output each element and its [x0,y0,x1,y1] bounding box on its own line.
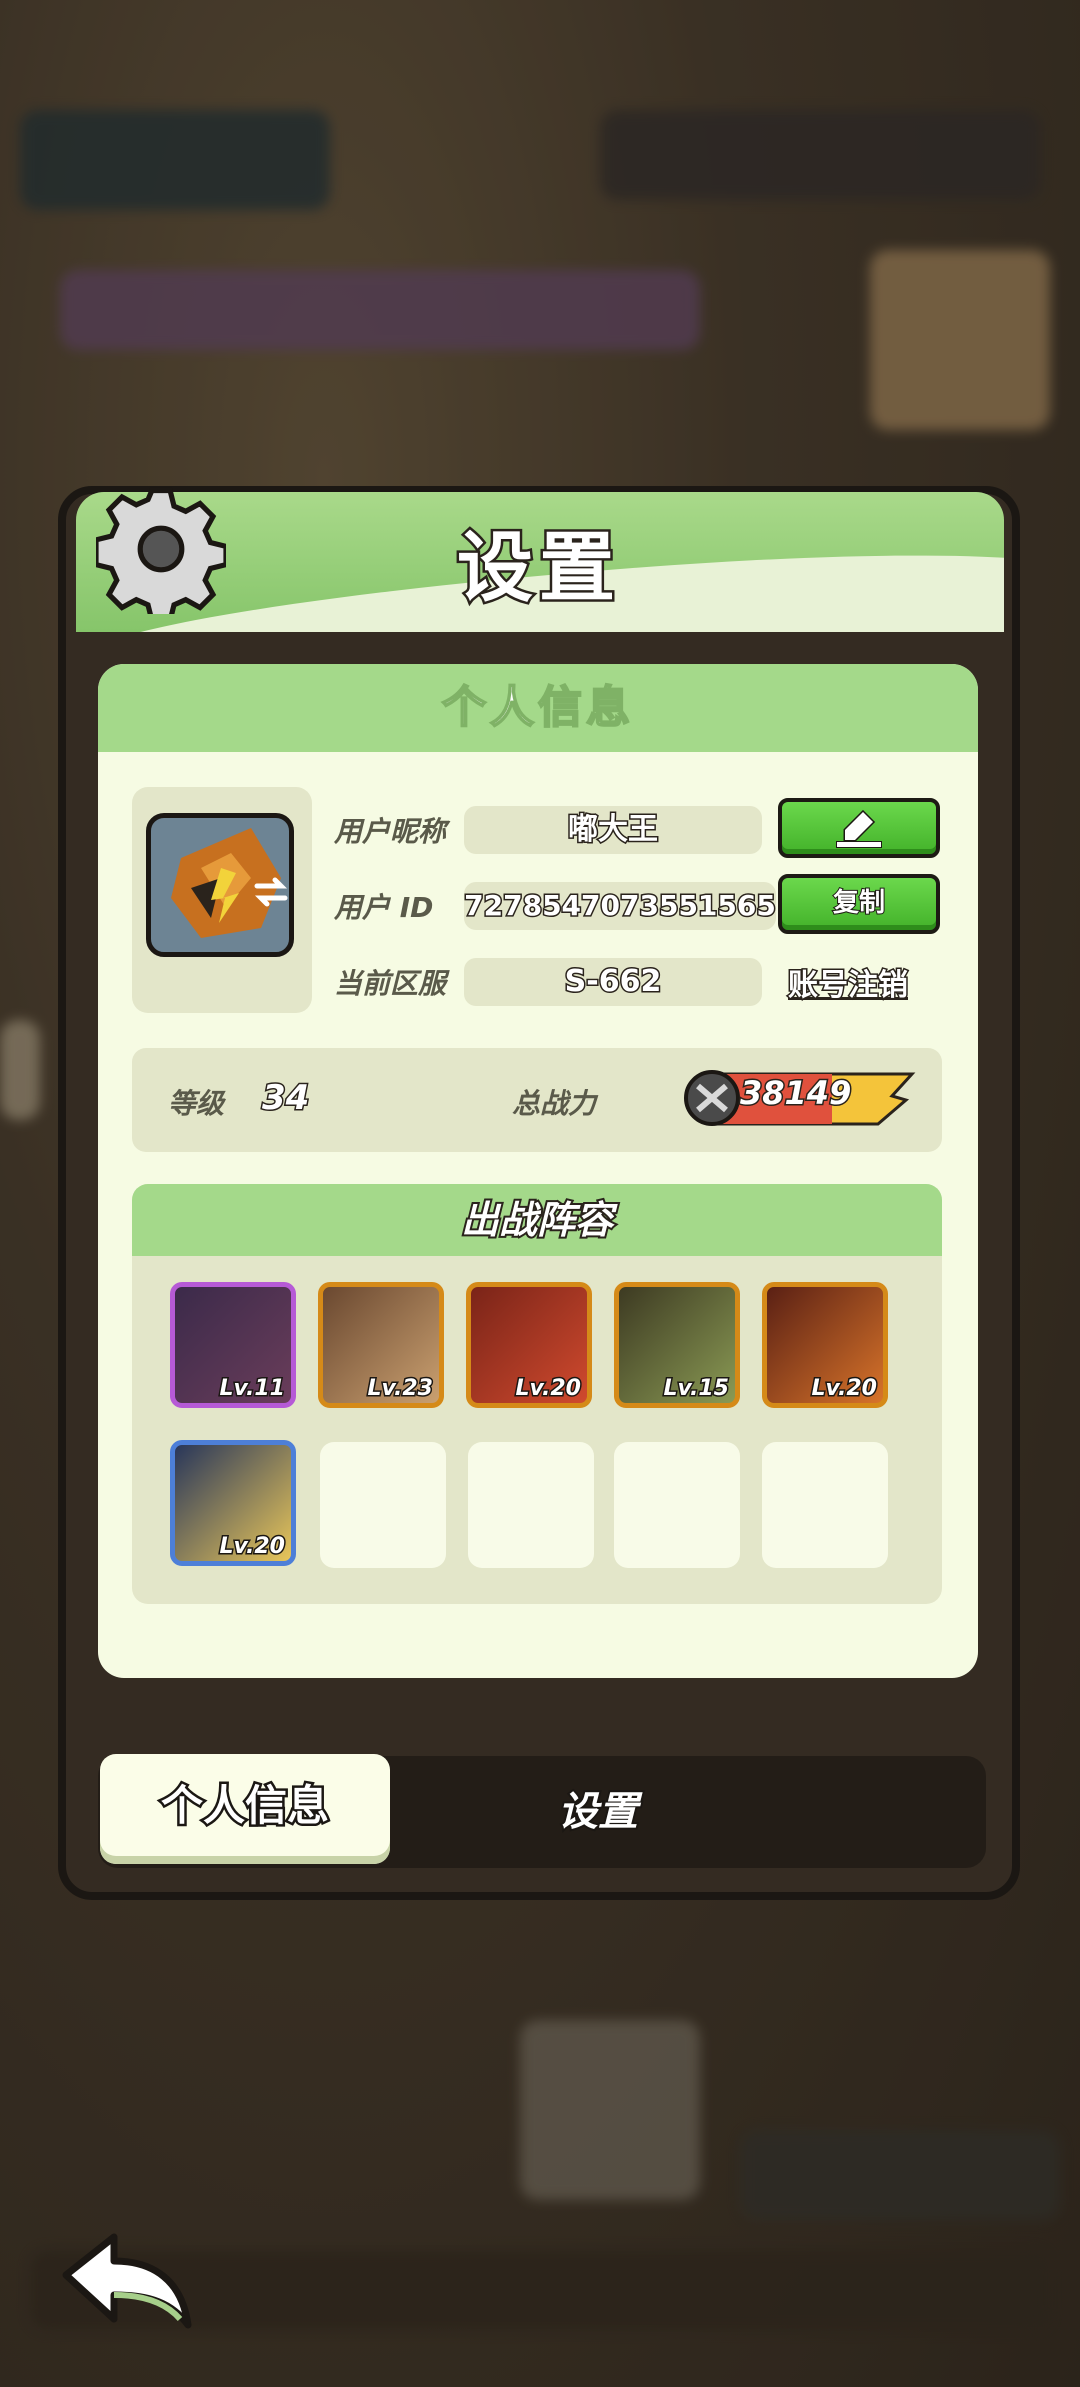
empty-hero-slot[interactable] [468,1442,594,1568]
hero-level: Lv.23 [366,1375,435,1403]
edit-nickname-button[interactable] [778,798,940,858]
power-value: 38149 [738,1073,852,1114]
hero-level: Lv.15 [662,1375,731,1403]
section-title: 个人信息 [98,664,978,752]
avatar[interactable] [146,813,294,957]
pencil-icon [836,809,882,848]
lineup-title: 出战阵容 [132,1184,942,1256]
tab-bar: 个人信息 设置 [98,1754,986,1868]
hero-level: Lv.20 [218,1533,287,1561]
nickname-label: 用户昵称 [334,815,447,848]
hero-slot[interactable]: Lv.20 [466,1282,592,1408]
nickname-field: 嘟大王 [464,806,762,854]
settings-dialog: 设置 个人信息 用户昵称 嘟大王 用户 ID 7278547073551565 … [58,486,1020,1900]
hero-slot[interactable]: Lv.11 [170,1282,296,1408]
level-value: 34 [260,1077,310,1120]
deactivate-account-link[interactable]: 账号注销 [787,960,910,1005]
level-label: 等级 [168,1087,225,1120]
tab-profile[interactable]: 个人信息 [100,1754,390,1864]
server-field: S-662 [464,958,762,1006]
swap-avatar-icon[interactable] [251,872,291,912]
empty-hero-slot[interactable] [320,1442,446,1568]
profile-card: 个人信息 用户昵称 嘟大王 用户 ID 7278547073551565 复制 … [98,664,978,1678]
avatar-frame [132,787,312,1013]
empty-hero-slot[interactable] [614,1442,740,1568]
dialog-title: 设置 [455,521,621,615]
hero-slot[interactable]: Lv.20 [762,1282,888,1408]
tab-settings[interactable]: 设置 [498,1756,698,1868]
hero-level: Lv.20 [514,1375,583,1403]
hero-slot[interactable]: Lv.15 [614,1282,740,1408]
hero-slot[interactable]: Lv.23 [318,1282,444,1408]
lineup-section: 出战阵容 Lv.11 Lv.23 Lv.20 Lv.15 Lv.20 Lv.20 [132,1184,942,1604]
server-label: 当前区服 [334,967,447,1000]
empty-hero-slot[interactable] [762,1442,888,1568]
hero-level: Lv.20 [810,1375,879,1403]
userid-label: 用户 ID [334,891,434,924]
back-arrow-icon[interactable] [56,2225,196,2335]
hero-level: Lv.11 [218,1375,287,1403]
copy-id-button[interactable]: 复制 [778,874,940,934]
hero-slot[interactable]: Lv.20 [170,1440,296,1566]
stats-bar: 等级 34 总战力 38149 [132,1048,942,1152]
power-label: 总战力 [512,1087,597,1120]
userid-field: 7278547073551565 [463,882,777,930]
